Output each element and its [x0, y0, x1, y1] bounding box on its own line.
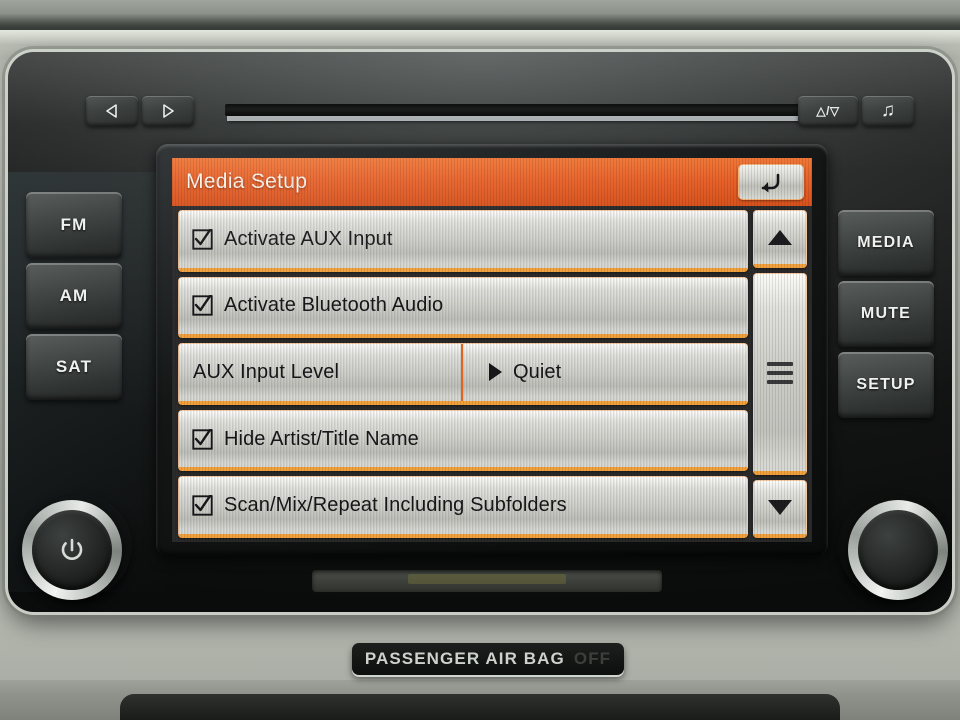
- triangle-right-icon: [163, 104, 174, 118]
- previous-track-button[interactable]: [86, 96, 138, 126]
- list-item-aux-level[interactable]: AUX Input Level Quiet: [178, 343, 748, 405]
- aux-level-value: Quiet: [513, 360, 562, 383]
- music-note-icon: ♫: [880, 100, 896, 121]
- triangle-right-icon: [489, 363, 502, 382]
- display-screen: Media Setup Activate AUX Input Activate …: [172, 158, 812, 542]
- dash-lower-seam: [0, 680, 960, 720]
- checkbox-checked-icon[interactable]: [192, 426, 213, 450]
- list-item-label: Hide Artist/Title Name: [224, 427, 419, 450]
- knob-chrome-ring: [848, 500, 948, 600]
- airbag-status: OFF: [573, 649, 612, 668]
- right-button-column: MEDIA MUTE SETUP: [838, 210, 934, 423]
- am-button[interactable]: AM: [26, 263, 122, 329]
- checkbox-checked-icon[interactable]: [192, 293, 213, 317]
- knob-face: [858, 510, 938, 590]
- dash-top-shine: [0, 30, 960, 46]
- airbag-label: PASSENGER AIR BAG: [364, 649, 565, 668]
- sat-button[interactable]: SAT: [26, 334, 122, 400]
- scrollbar-thumb[interactable]: [753, 273, 807, 475]
- list-item[interactable]: Scan/Mix/Repeat Including Subfolders: [178, 476, 748, 538]
- list-item-label: Activate Bluetooth Audio: [224, 294, 444, 317]
- screen-bezel: Media Setup Activate AUX Input Activate …: [156, 144, 828, 556]
- lower-dash-slot: [312, 570, 662, 592]
- list-item[interactable]: Hide Artist/Title Name: [178, 409, 748, 472]
- left-button-column: FM AM SAT: [26, 192, 122, 405]
- back-arrow-icon: [761, 173, 780, 193]
- aux-level-value-cell[interactable]: Quiet: [463, 344, 747, 401]
- scroll-up-button[interactable]: [753, 210, 807, 268]
- head-unit-faceplate: △/▽ ♫ FM AM SAT MEDIA MUTE SETUP Media S…: [8, 52, 952, 612]
- screen-body: Activate AUX Input Activate Bluetooth Au…: [172, 206, 812, 542]
- media-button[interactable]: MEDIA: [838, 210, 934, 276]
- scroll-down-button[interactable]: [753, 480, 807, 538]
- cd-slot-area: △/▽ ♫: [70, 90, 914, 132]
- grip-lines-icon: [767, 361, 793, 384]
- setup-button[interactable]: SETUP: [838, 352, 934, 418]
- music-source-button[interactable]: ♫: [862, 96, 914, 126]
- back-button[interactable]: [738, 164, 804, 200]
- list-item-label: Scan/Mix/Repeat Including Subfolders: [224, 494, 567, 517]
- eject-icon: △/▽: [816, 104, 840, 118]
- page-title: Media Setup: [186, 170, 308, 193]
- knob-face: [32, 510, 112, 590]
- checkbox-checked-icon[interactable]: [192, 493, 213, 516]
- list-item-label: AUX Input Level: [193, 360, 340, 383]
- eject-button[interactable]: △/▽: [798, 96, 858, 126]
- triangle-down-icon: [768, 500, 792, 515]
- triangle-left-icon: [106, 104, 117, 118]
- knob-chrome-ring: [22, 500, 122, 600]
- passenger-airbag-indicator: PASSENGER AIR BAG OFF: [352, 643, 624, 675]
- list-item-label: Activate AUX Input: [224, 227, 393, 250]
- checkbox-checked-icon[interactable]: [192, 227, 213, 250]
- list-item[interactable]: Activate Bluetooth Audio: [178, 276, 748, 339]
- triangle-up-icon: [768, 230, 792, 245]
- power-icon: [61, 538, 83, 560]
- scrollbar[interactable]: [753, 210, 807, 538]
- power-volume-knob[interactable]: [22, 492, 138, 608]
- aux-level-label-cell: AUX Input Level: [179, 344, 463, 401]
- mute-button[interactable]: MUTE: [838, 281, 934, 347]
- tune-scroll-knob[interactable]: [832, 492, 948, 608]
- list-item[interactable]: Activate AUX Input: [178, 210, 748, 272]
- next-track-button[interactable]: [142, 96, 194, 126]
- cd-slot[interactable]: [225, 104, 846, 116]
- fm-button[interactable]: FM: [26, 192, 122, 258]
- menu-list: Activate AUX Input Activate Bluetooth Au…: [178, 210, 748, 538]
- screen-header: Media Setup: [172, 158, 812, 206]
